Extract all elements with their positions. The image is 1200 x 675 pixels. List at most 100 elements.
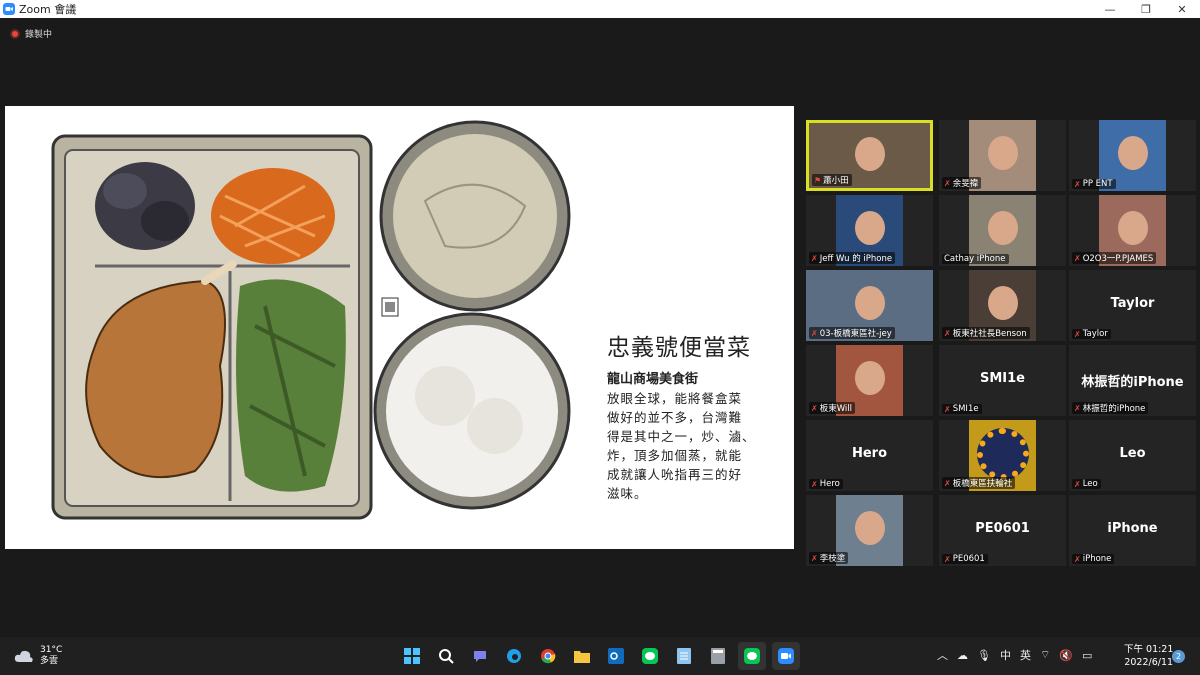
close-button[interactable]: ✕ (1164, 0, 1200, 18)
participant-display-name: 林振哲的iPhone (1081, 375, 1184, 390)
meeting-area: 錄製中 忠義號便當菜 龍山商場美食街 放眼全球，能將餐盒菜 做好的並不多，台灣難… (0, 18, 1200, 637)
participant-tile[interactable]: Cathay iPhone (939, 195, 1066, 266)
shared-screen[interactable]: 忠義號便當菜 龍山商場美食街 放眼全球，能將餐盒菜 做好的並不多，台灣難 得是其… (5, 106, 794, 549)
participant-name-label: ✗ Hero (809, 479, 843, 489)
participant-name-label: ✗ Jeff Wu 的 iPhone (809, 252, 896, 264)
window-titlebar: Zoom 會議 — ❐ ✕ (0, 0, 1200, 18)
mic-muted-icon: ✗ (1074, 403, 1081, 413)
notepad-icon[interactable] (670, 642, 698, 670)
participant-tile[interactable]: ✗ 03-板橋東區社-jey (806, 270, 933, 341)
mic-muted-icon: ✗ (944, 404, 951, 414)
participant-tile[interactable]: ✗ 余旻禕 (939, 120, 1066, 191)
participant-name-label: ✗ Leo (1072, 479, 1101, 489)
mic-muted-icon: ✗ (811, 479, 818, 489)
participant-tile[interactable]: iPhone ✗ iPhone (1069, 495, 1196, 566)
mic-muted-icon: ✗ (811, 253, 818, 263)
wifi-icon[interactable]: ⌔ (1040, 648, 1050, 662)
mic-muted-icon: ✗ (811, 553, 818, 563)
microphone-icon[interactable]: 🎙 (977, 649, 991, 662)
cloud-icon (14, 650, 33, 662)
participant-tile[interactable]: PE0601 ✗ PE0601 (939, 495, 1066, 566)
participant-face (854, 210, 885, 245)
weather-desc: 多雲 (40, 656, 59, 666)
participant-name: 板橋東區扶輪社 (952, 479, 1013, 489)
participant-tile[interactable]: ✗ Jeff Wu 的 iPhone (806, 195, 933, 266)
participant-name: Taylor (1082, 329, 1108, 339)
participant-tile[interactable]: ✗ 板橋東區扶輪社 (939, 420, 1066, 491)
mic-muted-icon: ✗ (944, 328, 951, 338)
slide-body-line: 放眼全球，能將餐盒菜 (607, 391, 743, 406)
slide-body-line: 成就讓人吮指再三的好 (607, 467, 743, 482)
weather-temp: 31°C (40, 645, 63, 655)
notification-badge[interactable]: 2 (1172, 650, 1185, 663)
participant-display-name: Taylor (1110, 296, 1155, 311)
participant-name: 03-板橋東區社-jey (819, 329, 892, 339)
mic-muted-icon: ✗ (1074, 554, 1081, 564)
participant-name: 蕭小田 (823, 176, 849, 186)
system-tray: ︿ ☁ 🎙 中 英 ⌔ 🔇 ▭ (937, 647, 1092, 663)
onedrive-icon[interactable]: ☁ (957, 649, 968, 662)
chrome-icon[interactable] (534, 642, 562, 670)
participant-face (987, 135, 1018, 170)
participant-face (854, 510, 885, 545)
participant-name-label: ✗ 板東社社長Benson (942, 327, 1030, 339)
recording-indicator[interactable]: 錄製中 (10, 27, 52, 40)
participant-name-label: ✗ 03-板橋東區社-jey (809, 327, 895, 339)
participant-name: Leo (1082, 479, 1098, 489)
window-title: Zoom 會議 (19, 3, 77, 16)
edge-icon[interactable] (500, 642, 528, 670)
participant-name-label: ⚑ 蕭小田 (812, 174, 852, 186)
line-active-icon[interactable] (738, 642, 766, 670)
participant-face (987, 210, 1018, 245)
mic-muted-icon: ✗ (811, 403, 818, 413)
start-icon[interactable] (398, 642, 426, 670)
system-clock[interactable]: 下午 01:21 2022/6/11 (1124, 643, 1173, 669)
maximize-button[interactable]: ❐ (1128, 0, 1164, 18)
participant-tile[interactable]: ⚑ 蕭小田 (806, 120, 933, 191)
participant-tile[interactable]: 林振哲的iPhone ✗ 林振哲的iPhone (1069, 345, 1196, 416)
participant-name-label: ✗ SMI1e (942, 404, 982, 414)
outlook-icon[interactable] (602, 642, 630, 670)
slide-body-line: 滋味。 (607, 486, 648, 501)
teams-chat-icon[interactable] (466, 642, 494, 670)
participant-face (987, 285, 1018, 320)
file-explorer-icon[interactable] (568, 642, 596, 670)
participant-name-label: ✗ PP ENT (1072, 179, 1116, 189)
participant-tile[interactable]: Hero ✗ Hero (806, 420, 933, 491)
record-icon (10, 28, 20, 39)
participant-tile[interactable]: SMI1e ✗ SMI1e (939, 345, 1066, 416)
ime-mode[interactable]: 英 (1020, 647, 1031, 663)
participant-name-label: ✗ 林振哲的iPhone (1072, 402, 1149, 414)
chevron-up-icon[interactable]: ︿ (937, 647, 948, 663)
minimize-button[interactable]: — (1092, 0, 1128, 18)
participant-tile[interactable]: ✗ 板東Will (806, 345, 933, 416)
search-icon[interactable] (432, 642, 460, 670)
participant-tile[interactable]: ✗ 板東社社長Benson (939, 270, 1066, 341)
weather-widget[interactable]: 31°C 多雲 (14, 645, 62, 667)
participant-tile[interactable]: ✗ PP ENT (1069, 120, 1196, 191)
participant-name: SMI1e (952, 404, 979, 414)
participant-display-name: PE0601 (975, 521, 1030, 536)
participant-tile[interactable]: Taylor ✗ Taylor (1069, 270, 1196, 341)
participant-face (854, 137, 885, 172)
zoom-taskbar-icon[interactable] (772, 642, 800, 670)
participant-name-label: ✗ PE0601 (942, 554, 988, 564)
participant-tile[interactable]: Leo ✗ Leo (1069, 420, 1196, 491)
line-icon[interactable] (636, 642, 664, 670)
participant-name-label: ✗ 板東Will (809, 402, 856, 414)
participant-display-name: iPhone (1107, 521, 1158, 536)
speaker-muted-icon[interactable]: 🔇 (1059, 649, 1073, 662)
participant-name-label: Cathay iPhone (942, 254, 1009, 264)
participant-name: 李枝塗 (819, 554, 846, 564)
pin-icon: ⚑ (814, 175, 822, 185)
battery-icon[interactable]: ▭ (1082, 649, 1092, 662)
participant-name-label: ✗ 板橋東區扶輪社 (942, 477, 1016, 489)
participant-name: O2O3一P.PJAMES (1082, 254, 1154, 264)
participant-tile[interactable]: ✗ O2O3一P.PJAMES (1069, 195, 1196, 266)
participant-tile[interactable]: ✗ 李枝塗 (806, 495, 933, 566)
participant-name: Jeff Wu 的 iPhone (819, 254, 893, 264)
mic-muted-icon: ✗ (1074, 179, 1081, 189)
calculator-icon[interactable] (704, 642, 732, 670)
participant-display-name: Hero (851, 446, 888, 461)
ime-indicator[interactable]: 中 (1000, 647, 1011, 663)
